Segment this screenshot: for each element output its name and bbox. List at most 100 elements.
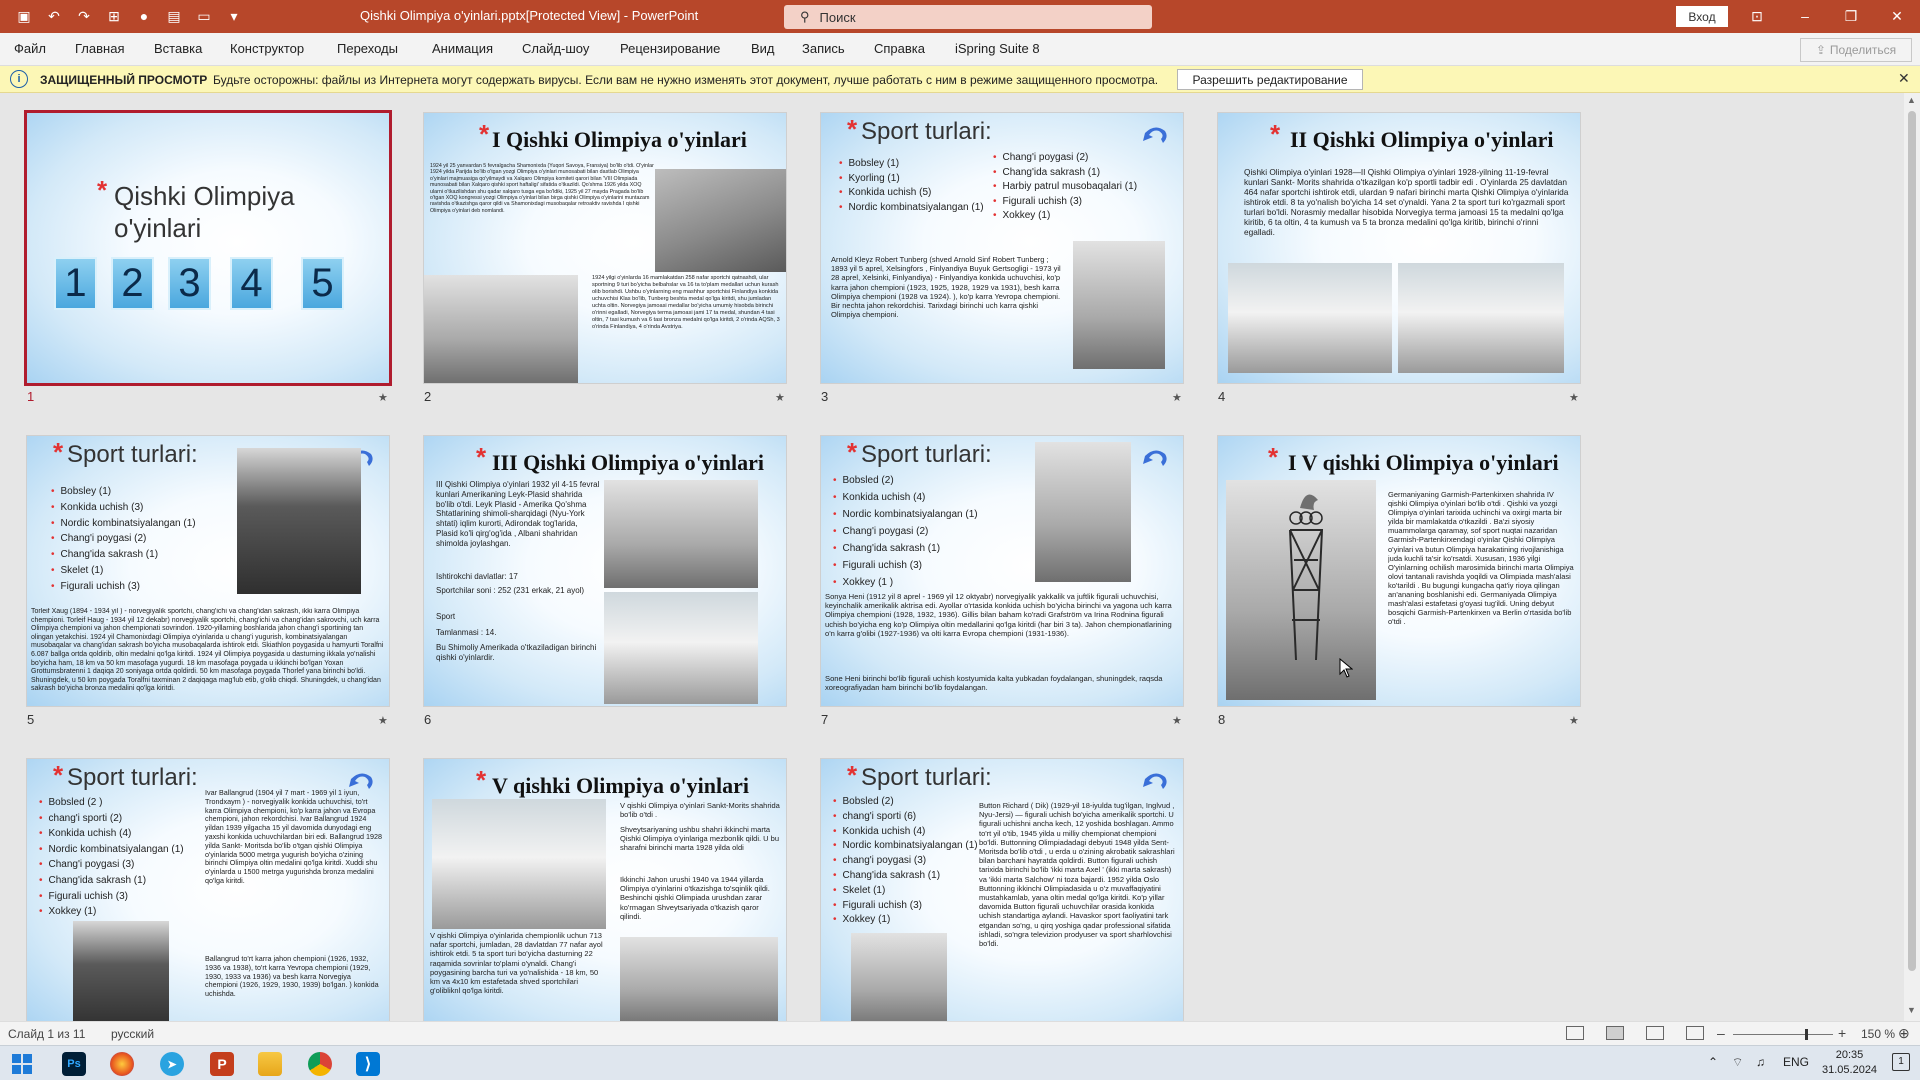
zoom-level[interactable]: 150 % bbox=[1861, 1027, 1895, 1041]
fit-to-window-icon[interactable]: ⊕ bbox=[1898, 1025, 1910, 1042]
asterisk-decoration: * bbox=[476, 765, 487, 795]
list-item: chang'i sporti (6) bbox=[833, 810, 978, 825]
tab-animations[interactable]: Анимация bbox=[432, 41, 493, 56]
photoshop-icon[interactable]: Ps bbox=[62, 1052, 86, 1076]
firefox-icon[interactable] bbox=[110, 1052, 134, 1076]
minimize-button[interactable]: – bbox=[1790, 4, 1820, 28]
number-box-3[interactable]: 3 bbox=[168, 257, 211, 310]
save-icon[interactable]: ▣ bbox=[14, 6, 34, 26]
zoom-slider[interactable] bbox=[1733, 1034, 1833, 1035]
list-item: Konkida uchish (5) bbox=[839, 186, 984, 201]
sports-list: Bobsled (2) chang'i sporti (6) Konkida u… bbox=[833, 795, 978, 928]
slide-photo bbox=[1073, 241, 1165, 369]
chrome-icon[interactable] bbox=[308, 1052, 332, 1076]
back-arrow-icon[interactable] bbox=[1141, 121, 1171, 151]
tab-help[interactable]: Справка bbox=[874, 41, 925, 56]
ribbon-display-icon[interactable]: ⊡ bbox=[1742, 4, 1772, 28]
zoom-slider-thumb[interactable] bbox=[1805, 1029, 1808, 1040]
tray-overflow-icon[interactable]: ⌃ bbox=[1708, 1055, 1718, 1069]
zoom-in-button[interactable]: + bbox=[1838, 1025, 1846, 1041]
slide-number: 1 bbox=[27, 389, 35, 404]
undo-icon[interactable]: ↶ bbox=[44, 6, 64, 26]
slide-thumbnail-9[interactable]: * Sport turlari: Bobsled (2 ) chang'i sp… bbox=[27, 759, 389, 1021]
present-icon[interactable]: ⊞ bbox=[104, 6, 124, 26]
slide-text: 1924 yil 25 yanvardan 5 fevralgacha Sham… bbox=[430, 163, 654, 214]
tab-review[interactable]: Рецензирование bbox=[620, 41, 720, 56]
slide-thumbnail-6[interactable]: * III Qishki Olimpiya o'yinlari III Qish… bbox=[424, 436, 786, 706]
tab-record[interactable]: Запись bbox=[802, 41, 845, 56]
file-explorer-icon[interactable] bbox=[258, 1052, 282, 1076]
slide-thumbnail-5[interactable]: * Sport turlari: Bobsley (1) Konkida uch… bbox=[27, 436, 389, 706]
telegram-icon[interactable]: ➤ bbox=[160, 1052, 184, 1076]
slide-thumbnail-7[interactable]: * Sport turlari: Bobsled (2) Konkida uch… bbox=[821, 436, 1183, 706]
close-icon[interactable]: ✕ bbox=[1898, 70, 1910, 87]
tab-ispring[interactable]: iSpring Suite 8 bbox=[955, 41, 1040, 56]
wifi-icon[interactable]: ⌔ bbox=[1732, 1055, 1743, 1070]
tab-file[interactable]: Файл bbox=[14, 41, 46, 56]
slide-thumbnail-2[interactable]: * I Qishki Olimpiya o'yinlari 1924 yil 2… bbox=[424, 113, 786, 383]
list-item: Figurali uchish (3) bbox=[993, 195, 1137, 210]
list-item: Skelet (1) bbox=[51, 563, 196, 579]
input-language[interactable]: ENG bbox=[1783, 1055, 1809, 1069]
scrollbar-thumb[interactable] bbox=[1908, 111, 1916, 971]
powerpoint-icon[interactable]: P bbox=[210, 1052, 234, 1076]
slide-number: 2 bbox=[424, 389, 432, 404]
list-item: Xokkey (1 ) bbox=[833, 574, 978, 591]
tab-view[interactable]: Вид bbox=[751, 41, 775, 56]
slide-thumbnail-3[interactable]: * Sport turlari: Bobsley (1) Kyorling (1… bbox=[821, 113, 1183, 383]
slideshow-view-icon[interactable] bbox=[1686, 1026, 1704, 1040]
list-item: Xokkey (1) bbox=[833, 913, 978, 928]
normal-view-icon[interactable] bbox=[1566, 1026, 1584, 1040]
language-indicator[interactable]: русский bbox=[111, 1027, 154, 1041]
tab-home[interactable]: Главная bbox=[75, 41, 124, 56]
slide-text: Ishtirokchi davlatlar: 17 bbox=[436, 572, 518, 581]
tab-transitions[interactable]: Переходы bbox=[337, 41, 398, 56]
slides-icon[interactable]: ▭ bbox=[194, 6, 214, 26]
slide-thumbnail-1[interactable]: * Qishki Olimpiya o'yinlari 1 2 3 4 5 bbox=[27, 113, 389, 383]
reading-view-icon[interactable] bbox=[1646, 1026, 1664, 1040]
sports-list: Bobsled (2 ) chang'i sporti (2) Konkida … bbox=[39, 795, 184, 920]
tab-slideshow[interactable]: Слайд-шоу bbox=[522, 41, 589, 56]
slide-photo bbox=[237, 448, 361, 594]
slide-thumbnail-8[interactable]: * I V qishki Olimpiya o'yinlari Germaniy… bbox=[1218, 436, 1580, 706]
back-arrow-icon[interactable] bbox=[1141, 444, 1171, 474]
signin-button[interactable]: Вход bbox=[1676, 6, 1728, 27]
zoom-out-button[interactable]: – bbox=[1717, 1025, 1725, 1041]
slide-sorter: * Qishki Olimpiya o'yinlari 1 2 3 4 5 1 … bbox=[0, 93, 1920, 1021]
number-box-5[interactable]: 5 bbox=[301, 257, 344, 310]
number-box-2[interactable]: 2 bbox=[111, 257, 154, 310]
share-button[interactable]: ⇪ Поделиться bbox=[1800, 38, 1912, 62]
notification-icon[interactable]: 1 bbox=[1892, 1053, 1910, 1071]
slide-photo bbox=[620, 937, 778, 1021]
slide-thumbnail-10[interactable]: * V qishki Olimpiya o'yinlari V qishki O… bbox=[424, 759, 786, 1021]
scroll-down-icon[interactable]: ▼ bbox=[1907, 1005, 1916, 1015]
layout-icon[interactable]: ▤ bbox=[164, 6, 184, 26]
enable-editing-button[interactable]: Разрешить редактирование bbox=[1177, 69, 1363, 90]
slide-title: I Qishki Olimpiya o'yinlari bbox=[492, 127, 747, 152]
slide-thumbnail-11[interactable]: * Sport turlari: Bobsled (2) chang'i spo… bbox=[821, 759, 1183, 1021]
redo-icon[interactable]: ↷ bbox=[74, 6, 94, 26]
windows-start-icon[interactable] bbox=[12, 1054, 32, 1074]
system-clock[interactable]: 20:35 31.05.2024 bbox=[1822, 1048, 1877, 1078]
tab-insert[interactable]: Вставка bbox=[154, 41, 202, 56]
slide-sorter-view-icon[interactable] bbox=[1606, 1026, 1624, 1040]
customize-qat-icon[interactable]: ▾ bbox=[224, 6, 244, 26]
list-item: Chang'ida sakrash (1) bbox=[51, 547, 196, 563]
scroll-up-icon[interactable]: ▲ bbox=[1907, 95, 1916, 105]
number-box-1[interactable]: 1 bbox=[54, 257, 97, 310]
slide-text: Sport bbox=[436, 612, 456, 621]
record-icon[interactable]: ● bbox=[134, 6, 154, 26]
search-box[interactable]: ⚲ Поиск bbox=[784, 5, 1152, 29]
transition-star-icon: ★ bbox=[1569, 715, 1579, 727]
slide-number: 8 bbox=[1218, 712, 1226, 727]
vscode-icon[interactable]: ⟩ bbox=[356, 1052, 380, 1076]
slide-title: III Qishki Olimpiya o'yinlari bbox=[492, 450, 765, 475]
tab-design[interactable]: Конструктор bbox=[230, 41, 304, 56]
back-arrow-icon[interactable] bbox=[1141, 767, 1171, 797]
slide-thumbnail-4[interactable]: * II Qishki Olimpiya o'yinlari Qishki Ol… bbox=[1218, 113, 1580, 383]
vertical-scrollbar[interactable]: ▲ ▼ bbox=[1904, 93, 1920, 1021]
close-button[interactable]: ✕ bbox=[1882, 4, 1912, 28]
restore-button[interactable]: ❐ bbox=[1836, 4, 1866, 28]
number-box-4[interactable]: 4 bbox=[230, 257, 273, 310]
volume-icon[interactable]: ♫ bbox=[1756, 1055, 1765, 1069]
